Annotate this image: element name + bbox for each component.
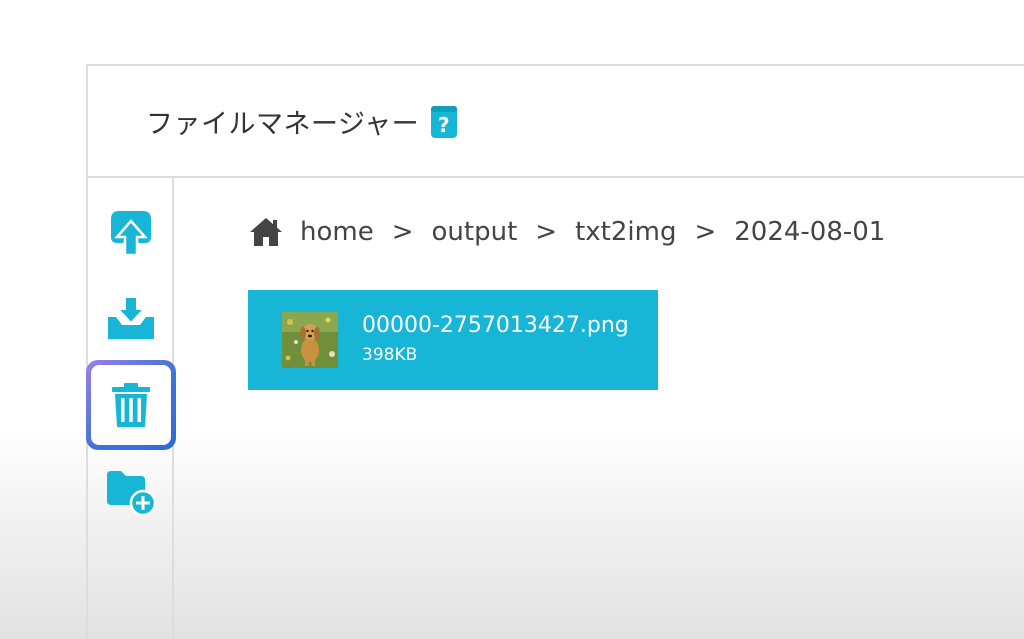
upload-cloud-icon bbox=[111, 211, 151, 257]
breadcrumb-txt2img[interactable]: txt2img bbox=[575, 217, 676, 247]
help-book-icon[interactable]: ? bbox=[429, 105, 459, 139]
breadcrumb-date-folder[interactable]: 2024-08-01 bbox=[734, 217, 885, 247]
breadcrumb-separator: > bbox=[535, 217, 558, 247]
svg-text:?: ? bbox=[438, 113, 450, 137]
page-title-text: ファイルマネージャー bbox=[146, 109, 420, 140]
download-tray-icon bbox=[108, 296, 154, 339]
delete-button[interactable] bbox=[86, 360, 176, 450]
file-manager-window: ファイルマネージャー ? home > output > txt2img > 2… bbox=[86, 64, 1024, 639]
trash-icon bbox=[112, 383, 150, 427]
download-button[interactable] bbox=[103, 290, 159, 346]
home-icon[interactable] bbox=[248, 216, 284, 248]
new-folder-button[interactable] bbox=[103, 464, 159, 520]
file-name: 00000-2757013427.png bbox=[362, 313, 629, 338]
toolbar bbox=[86, 178, 176, 639]
breadcrumb-separator: > bbox=[391, 217, 414, 247]
page-title: ファイルマネージャー ? bbox=[146, 102, 459, 141]
file-size: 398KB bbox=[362, 345, 418, 365]
file-item[interactable]: 00000-2757013427.png 398KB bbox=[248, 290, 658, 390]
breadcrumb-separator: > bbox=[694, 217, 717, 247]
breadcrumb: home > output > txt2img > 2024-08-01 bbox=[248, 216, 885, 248]
breadcrumb-output[interactable]: output bbox=[432, 217, 518, 247]
puppy-image-thumbnail bbox=[282, 312, 338, 368]
file-info: 00000-2757013427.png 398KB bbox=[362, 312, 629, 368]
folder-plus-icon bbox=[107, 471, 157, 517]
upload-button[interactable] bbox=[103, 204, 159, 260]
breadcrumb-home[interactable]: home bbox=[300, 217, 374, 247]
delete-button-inner bbox=[91, 365, 171, 445]
header: ファイルマネージャー ? bbox=[88, 66, 1024, 178]
